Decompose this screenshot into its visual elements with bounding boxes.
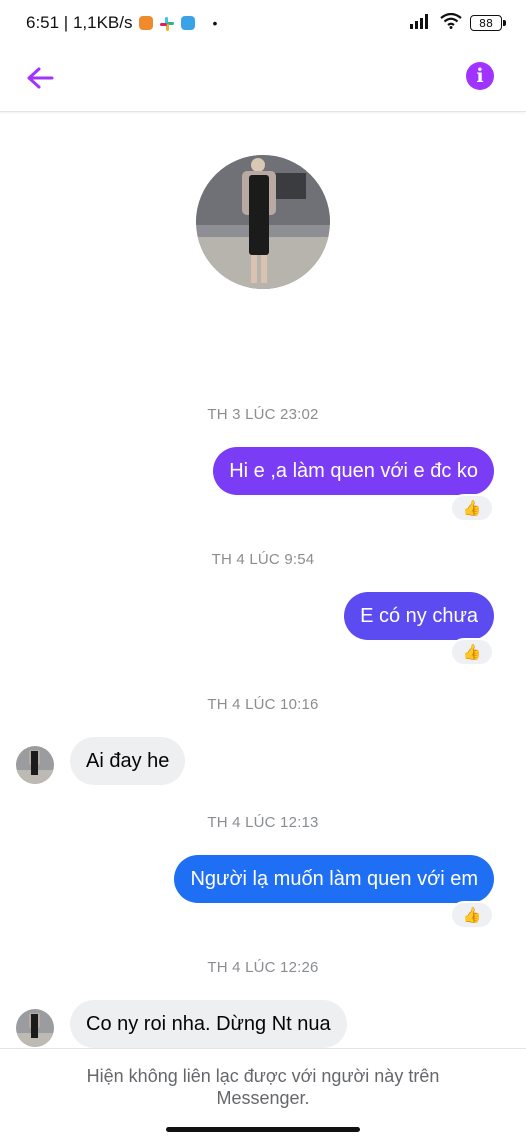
home-indicator[interactable]	[166, 1127, 360, 1132]
unavailable-notice: Hiện không liên lạc được với người này t…	[86, 1066, 440, 1108]
outgoing-message[interactable]: Người lạ muốn làm quen với em	[174, 855, 494, 903]
chat-header: i	[0, 46, 526, 112]
message-timestamp: TH 4 LÚC 12:13	[207, 814, 319, 831]
battery-icon: 88	[470, 15, 506, 31]
incoming-message[interactable]: Co ny roi nha. Dừng Nt nua	[70, 1000, 347, 1048]
sender-avatar[interactable]	[16, 1009, 54, 1047]
signal-icon	[410, 13, 432, 34]
thumbs-up-reaction[interactable]: 👍	[450, 638, 494, 666]
back-button[interactable]	[20, 58, 60, 98]
thumbs-up-reaction[interactable]: 👍	[450, 901, 494, 929]
orange-app-icon	[139, 16, 154, 30]
battery-level: 88	[479, 16, 493, 30]
slack-icon	[160, 16, 175, 31]
message-timestamp: TH 4 LÚC 10:16	[207, 696, 319, 713]
outgoing-message[interactable]: E có ny chưa	[344, 592, 494, 640]
info-circle-icon: i	[476, 65, 484, 87]
thumbs-up-reaction[interactable]: 👍	[450, 494, 494, 522]
status-bar: 6:51 | 1,1KB/s • 88	[0, 0, 526, 46]
blue-app-icon	[181, 16, 196, 30]
message-timestamp: TH 4 LÚC 9:54	[211, 551, 315, 568]
info-button[interactable]: i	[466, 62, 494, 90]
message-timestamp: TH 3 LÚC 23:02	[207, 406, 319, 423]
profile-avatar[interactable]	[196, 155, 330, 289]
status-dot: •	[212, 15, 218, 31]
sender-avatar[interactable]	[16, 746, 54, 784]
message-timestamp: TH 4 LÚC 12:26	[207, 959, 319, 976]
outgoing-message[interactable]: Hi e ,a làm quen với e đc ko	[213, 447, 494, 495]
arrow-left-icon	[27, 67, 54, 89]
status-time-speed: 6:51 | 1,1KB/s	[26, 13, 133, 32]
incoming-message[interactable]: Ai đay he	[70, 737, 186, 785]
wifi-icon	[440, 12, 462, 34]
